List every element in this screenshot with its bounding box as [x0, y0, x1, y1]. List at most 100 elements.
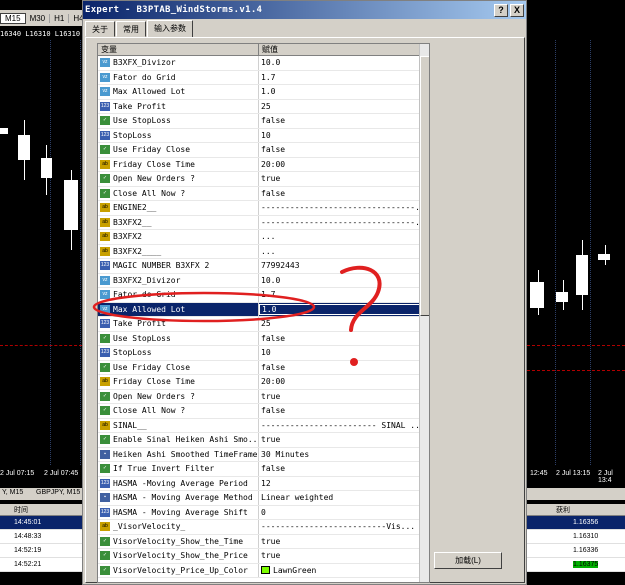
- parameter-row[interactable]: ab Friday Close Time 20:00: [98, 375, 429, 390]
- parameter-value-cell[interactable]: --------------------------------...: [259, 218, 420, 227]
- parameter-row[interactable]: 123 Take Profit 25: [98, 99, 429, 114]
- parameter-value-cell[interactable]: 0: [259, 508, 420, 517]
- parameter-row[interactable]: vz Fator do Grid 1.7: [98, 70, 429, 85]
- parameter-row[interactable]: ✓ VisorVelocity_Show_the_Time true: [98, 534, 429, 549]
- timeframe-m15[interactable]: M15: [0, 12, 26, 24]
- parameter-row[interactable]: ab Friday Close Time 20:00: [98, 157, 429, 172]
- parameter-value-cell[interactable]: false: [259, 464, 420, 473]
- parameter-row[interactable]: ✓ Close All Now ? false: [98, 404, 429, 419]
- parameter-row[interactable]: 123 StopLoss 10: [98, 128, 429, 143]
- parameter-row[interactable]: ab SINAL__ ------------------------ SINAL …: [98, 418, 429, 433]
- parameter-row[interactable]: 123 MAGIC NUMBER B3XFX 2 77992443: [98, 259, 429, 274]
- parameter-value-cell[interactable]: ------------------------ SINAL ...: [259, 421, 420, 430]
- timeframe-m30[interactable]: M30: [26, 13, 51, 23]
- parameter-value-cell[interactable]: 10: [259, 131, 420, 140]
- parameter-row[interactable]: 123 HASMA - Moving Average Shift 0: [98, 505, 429, 520]
- parameter-value-cell[interactable]: true: [259, 537, 420, 546]
- chart-tab[interactable]: Y, M15: [2, 489, 23, 496]
- parameter-value-cell[interactable]: --------------------------Vis...: [259, 522, 420, 531]
- parameter-name: Take Profit: [113, 319, 166, 329]
- parameter-row[interactable]: 123 HASMA -Moving Average Period 12: [98, 476, 429, 491]
- parameter-row[interactable]: vz Max Allowed Lot 1.0: [98, 85, 429, 100]
- parameter-row[interactable]: ✓ Enable Sinal Heiken Ashi Smo... true: [98, 433, 429, 448]
- parameter-value-cell[interactable]: Linear weighted: [259, 493, 420, 502]
- parameter-value-cell[interactable]: false: [259, 189, 420, 198]
- parameter-row[interactable]: ✓ Use Friday Close false: [98, 360, 429, 375]
- parameter-row[interactable]: ✓ Open New Orders ? true: [98, 389, 429, 404]
- parameter-value-cell[interactable]: 10.0: [259, 276, 420, 285]
- grid-scrollbar[interactable]: [419, 44, 429, 582]
- parameter-row[interactable]: ✓ VisorVelocity_Price_Up_Color LawnGreen: [98, 563, 429, 578]
- parameter-value-cell[interactable]: LawnGreen: [259, 566, 420, 575]
- tab-inputs[interactable]: 输入参数: [147, 20, 193, 37]
- column-value[interactable]: 赋值: [259, 44, 420, 55]
- parameter-row[interactable]: ab _VisorVelocity_ -----------------------…: [98, 520, 429, 535]
- dialog-titlebar[interactable]: Expert - B3PTAB_WindStorms.v1.4 ? X: [83, 1, 526, 19]
- inputs-panel: 变量 赋值 vz B3XFX_Divizor 10.0 vz Fator do Grid…: [85, 37, 525, 583]
- parameter-value-cell[interactable]: ...: [259, 247, 420, 256]
- parameter-row[interactable]: 123 StopLoss 10: [98, 346, 429, 361]
- parameter-value-cell[interactable]: 25: [259, 102, 420, 111]
- parameter-value-cell[interactable]: 1.0: [259, 303, 420, 315]
- parameter-value-cell[interactable]: 1.0: [259, 87, 420, 96]
- parameter-value-cell[interactable]: true: [259, 392, 420, 401]
- price-level-line: [527, 370, 625, 371]
- parameter-row[interactable]: vz B3XFX2_Divizor 10.0: [98, 273, 429, 288]
- parameter-row[interactable]: ▪ Heiken Ashi Smoothed TimeFrame 30 Minute…: [98, 447, 429, 462]
- parameter-row[interactable]: ab B3XFX2...: [98, 230, 429, 245]
- parameter-value-cell[interactable]: 1.7: [259, 290, 420, 299]
- parameter-value-cell[interactable]: 12: [259, 479, 420, 488]
- load-button[interactable]: 加载(L): [434, 552, 502, 569]
- parameter-value-cell[interactable]: true: [259, 174, 420, 183]
- parameter-value: false: [261, 333, 286, 343]
- parameter-row[interactable]: ✓ Use Friday Close false: [98, 143, 429, 158]
- parameter-row[interactable]: vz Max Allowed Lot 1.0: [98, 302, 429, 317]
- parameter-row[interactable]: ab B3XFX2__ ------------------------------…: [98, 215, 429, 230]
- parameter-row[interactable]: vz B3XFX_Divizor 10.0: [98, 56, 429, 71]
- parameter-row[interactable]: 123 Take Profit 25: [98, 317, 429, 332]
- parameter-value-cell[interactable]: false: [259, 116, 420, 125]
- parameter-row[interactable]: ▪ HASMA - Moving Average Method Linear wei…: [98, 491, 429, 506]
- parameter-value-cell[interactable]: false: [259, 363, 420, 372]
- parameter-value-cell[interactable]: ...: [259, 232, 420, 241]
- parameter-value-cell[interactable]: 25: [259, 319, 420, 328]
- num-type-icon: 123: [100, 507, 110, 517]
- parameter-value-cell[interactable]: 10.0: [259, 58, 420, 67]
- parameter-row[interactable]: ✓ Use StopLoss false: [98, 331, 429, 346]
- parameter-value-cell[interactable]: 1.7: [259, 73, 420, 82]
- parameter-value-cell[interactable]: false: [259, 334, 420, 343]
- parameter-row[interactable]: ✓ VisorVelocity_Show_the_Price true: [98, 549, 429, 564]
- parameter-value-cell[interactable]: false: [259, 406, 420, 415]
- scrollbar-thumb[interactable]: [420, 56, 429, 316]
- parameter-row[interactable]: ✓ Open New Orders ? true: [98, 172, 429, 187]
- parameter-value-cell[interactable]: true: [259, 435, 420, 444]
- parameter-value-cell[interactable]: --------------------------------...: [259, 203, 420, 212]
- tab-about[interactable]: 关于: [85, 21, 115, 37]
- table-header-profit[interactable]: 获利: [556, 505, 570, 515]
- parameter-row[interactable]: ab ENGINE2__ -----------------------------…: [98, 201, 429, 216]
- parameter-value-cell[interactable]: 20:00: [259, 160, 420, 169]
- parameter-value-cell[interactable]: false: [259, 145, 420, 154]
- column-variable[interactable]: 变量: [98, 44, 259, 55]
- parameter-row[interactable]: vz Fator do Grid 1.7: [98, 288, 429, 303]
- parameter-value-cell[interactable]: 30 Minutes: [259, 450, 420, 459]
- parameter-row[interactable]: ✓ Use StopLoss false: [98, 114, 429, 129]
- parameter-value: true: [261, 174, 281, 184]
- close-button[interactable]: X: [510, 3, 524, 17]
- help-button[interactable]: ?: [494, 3, 508, 17]
- parameter-value-cell[interactable]: true: [259, 551, 420, 560]
- parameter-value: --------------------------------...: [261, 217, 420, 227]
- parameter-row[interactable]: ab B3XFX2____...: [98, 244, 429, 259]
- parameter-row[interactable]: ✓ If True Invert Filter false: [98, 462, 429, 477]
- parameter-value-cell[interactable]: 20:00: [259, 377, 420, 386]
- parameter-value: true: [261, 435, 281, 445]
- chart-tab[interactable]: GBPJPY, M15: [36, 489, 80, 496]
- tab-common[interactable]: 常用: [116, 21, 146, 37]
- parameter-row[interactable]: ✓ Close All Now ? false: [98, 186, 429, 201]
- parameter-value: 10.0: [261, 58, 281, 68]
- table-header-time[interactable]: 时间: [14, 505, 28, 515]
- parameter-value-cell[interactable]: 10: [259, 348, 420, 357]
- timeframe-h1[interactable]: H1: [50, 13, 70, 23]
- parameter-name: HASMA -Moving Average Period: [113, 478, 248, 488]
- parameter-value-cell[interactable]: 77992443: [259, 261, 420, 270]
